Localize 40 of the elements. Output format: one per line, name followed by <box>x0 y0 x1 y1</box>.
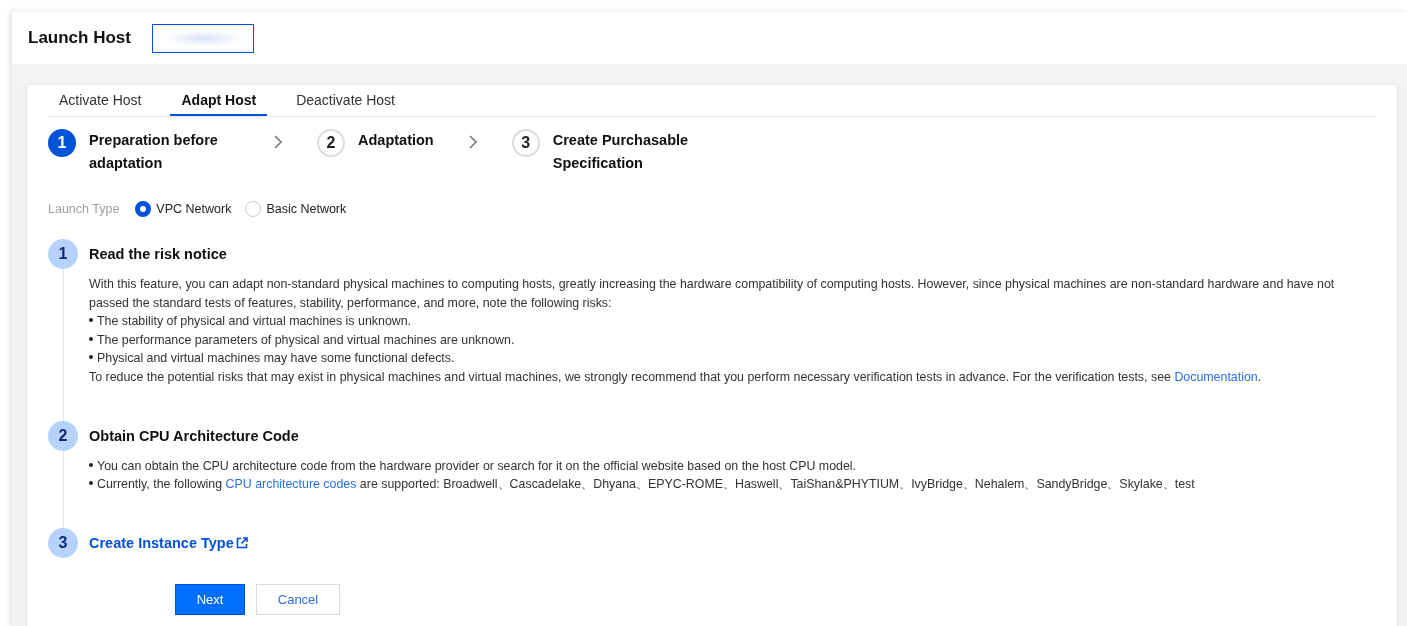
bullet-icon <box>89 462 93 467</box>
next-button[interactable]: Next <box>175 583 245 615</box>
step-number: 1 <box>48 129 76 157</box>
section-title: Read the risk notice <box>89 245 227 264</box>
create-instance-link[interactable]: Create Instance Type <box>89 527 234 558</box>
bullet-icon <box>89 481 93 486</box>
bullet-text: You can obtain the CPU architecture code from the hardware provider or search for it on the official website based on the host CPU model. <box>97 457 856 475</box>
step-title: Adaptation <box>358 131 434 150</box>
chevron-right-icon <box>466 134 479 150</box>
section-number: 3 <box>48 527 78 558</box>
bullet-icon <box>89 336 93 341</box>
doc-link[interactable]: Documentation <box>1174 369 1258 384</box>
bullet-text: Physical and virtual machines may have some functional defects. <box>97 350 455 368</box>
region-field[interactable] <box>151 23 254 53</box>
notice-paragraph: To reduce the potential risks that may exist in physical machines and virtual machines, we strongly recommend that you perform necessary verification tests in advance. For the verification tests, see Documentation. <box>89 368 1263 386</box>
bullet-text: The performance parameters of physical and virtual machines are unknown. <box>97 331 515 349</box>
section-number: 1 <box>48 239 78 269</box>
step-number: 2 <box>317 129 345 157</box>
launch-type-label: Launch Type <box>48 202 120 216</box>
bullet-text: Currently, the following CPU architecture codes are supported: Broadwell、Cascadelake、Dhyana、EPYC-ROME、Haswell、TaiShan&PHYTIUM、IvyBridge、Nehalem、SandyBridge、Skylake、test <box>97 476 1195 494</box>
page-title: Launch Host <box>28 28 131 48</box>
tab[interactable]: Adapt Host <box>170 85 268 116</box>
tab[interactable]: Activate Host <box>48 85 153 116</box>
radio-label: Basic Network <box>266 202 347 216</box>
cancel-button[interactable]: Cancel <box>256 583 340 615</box>
section-number: 2 <box>48 420 78 451</box>
bullet-text: The stability of physical and virtual machines is unknown. <box>97 313 412 331</box>
bullet-icon <box>89 318 93 323</box>
step-title: Preparation before adaptation <box>89 131 219 173</box>
bullet-icon <box>89 355 93 360</box>
tab[interactable]: Deactivate Host <box>285 85 406 116</box>
doc-link[interactable]: CPU architecture codes <box>225 477 357 492</box>
radio-label: VPC Network <box>156 202 232 216</box>
notice-paragraph: With this feature, you can adapt non-standard physical machines to computing hosts, greatly increasing the hardware compatibility of computing hosts. However, since physical machines are non-standard hardware and have not passed the standard tests of features, stability, performance, and more, note the following risks: <box>89 276 1336 312</box>
section-title: Obtain CPU Architecture Code <box>89 426 299 446</box>
chevron-right-icon <box>272 134 284 150</box>
step-title: Create Purchasable Specification <box>552 131 690 173</box>
external-link-icon <box>235 536 248 549</box>
radio-button[interactable] <box>135 201 152 217</box>
step-number: 3 <box>511 129 540 157</box>
